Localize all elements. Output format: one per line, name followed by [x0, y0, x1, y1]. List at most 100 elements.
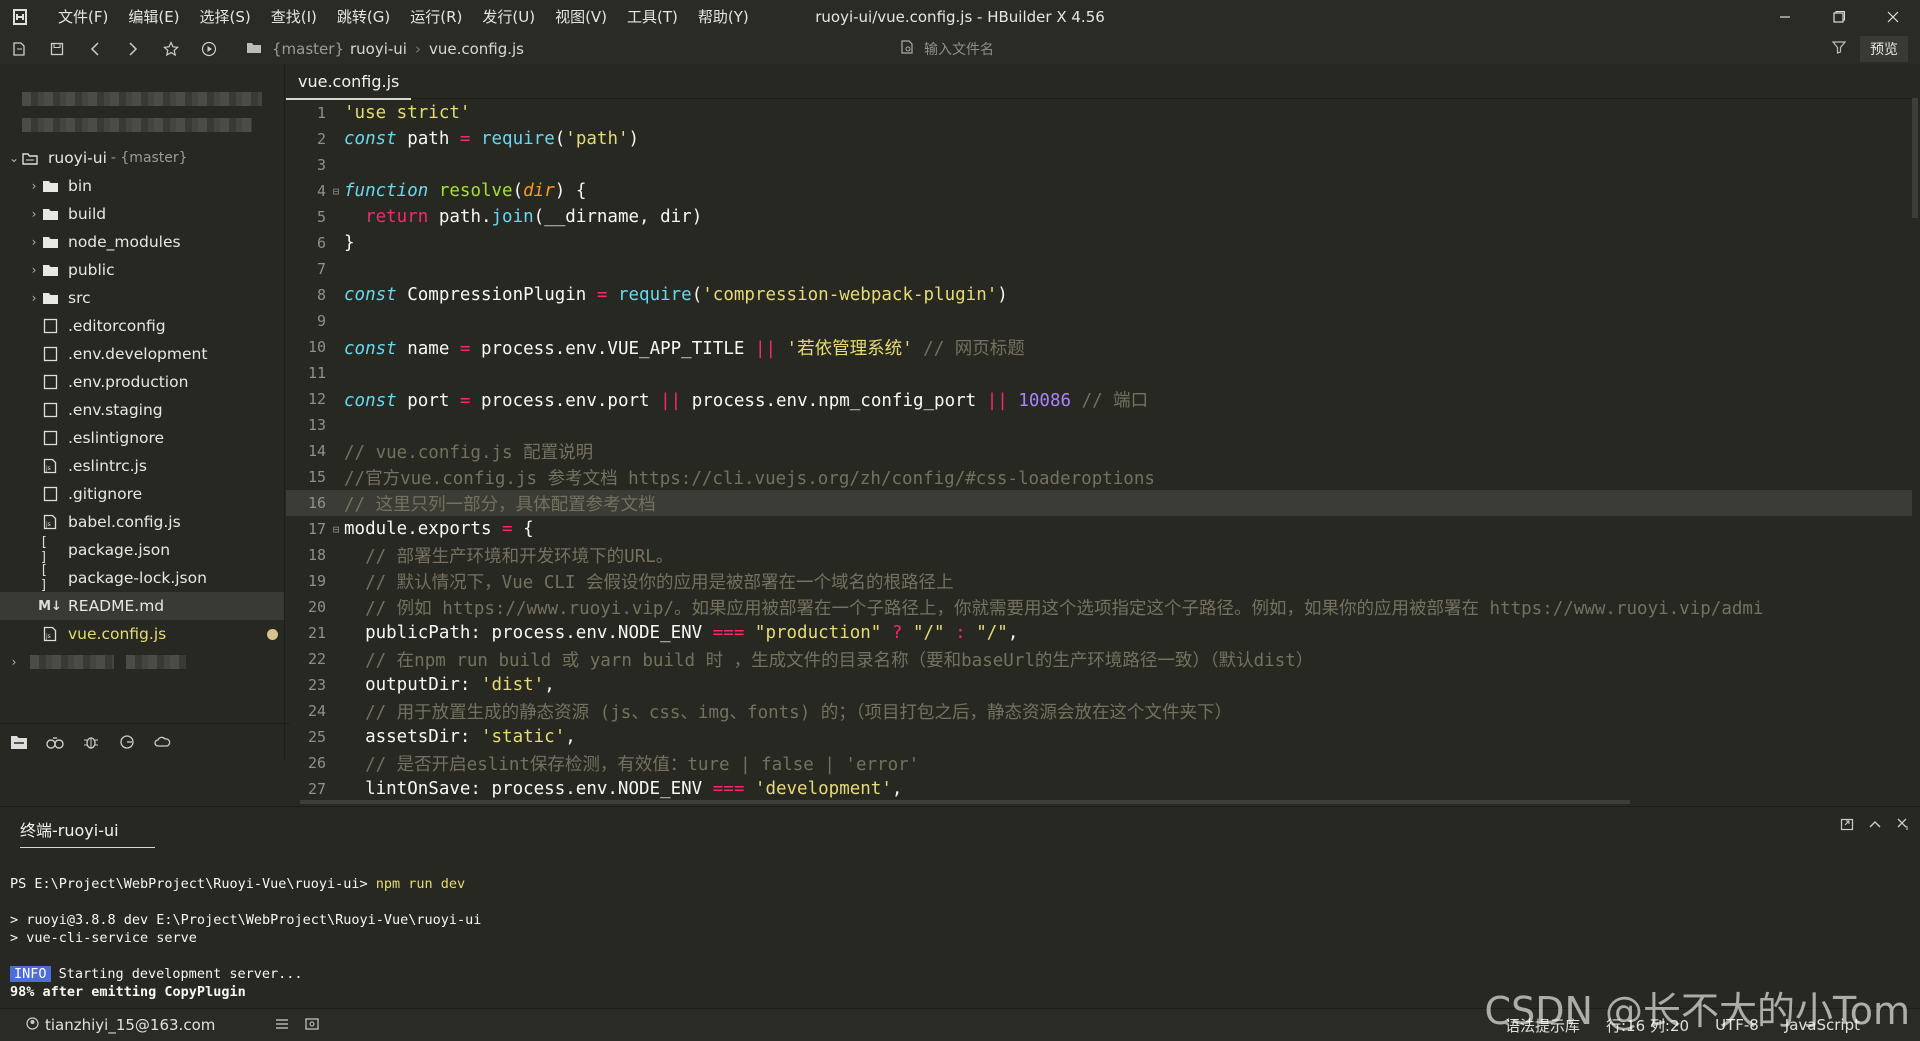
menu-help[interactable]: 帮助(Y): [688, 0, 759, 34]
folder-icon: [40, 180, 60, 193]
code-token: // 默认情况下，Vue CLI 会假设你的应用是被部署在一个域名的根路径上: [344, 572, 954, 593]
tree-file-env-development[interactable]: .env.development: [0, 340, 284, 368]
project-name: ruoyi-ui: [48, 149, 107, 167]
file-icon: [40, 402, 60, 418]
tree-redacted-project[interactable]: ›: [0, 648, 284, 676]
tab-vue-config[interactable]: vue.config.js: [286, 64, 412, 100]
menu-select[interactable]: 选择(S): [190, 0, 261, 34]
svg-text:js: js: [45, 465, 51, 472]
file-icon: [40, 318, 60, 334]
tree-file-vue-config[interactable]: js vue.config.js: [0, 620, 284, 648]
breadcrumb-project[interactable]: ruoyi-ui: [350, 40, 407, 58]
tree-file-babel-config[interactable]: js babel.config.js: [0, 508, 284, 536]
tree-file-eslintignore[interactable]: .eslintignore: [0, 424, 284, 452]
tree-item-label: vue.config.js: [68, 625, 167, 643]
code-editor[interactable]: 1'use strict' 2 const path = require('pat…: [286, 98, 1912, 800]
run-icon[interactable]: [190, 34, 228, 64]
user-account[interactable]: tianzhiyi_15@163.com: [45, 1016, 215, 1034]
file-search[interactable]: 输入文件名: [900, 34, 994, 64]
terminal-maximize-icon[interactable]: [1868, 817, 1882, 835]
project-manager-icon[interactable]: [6, 729, 32, 755]
menu-tools[interactable]: 工具(T): [617, 0, 688, 34]
file-icon: [40, 346, 60, 362]
back-icon[interactable]: [76, 34, 114, 64]
new-file-icon[interactable]: [0, 34, 38, 64]
file-icon: [40, 486, 60, 502]
line-number: 14: [307, 442, 326, 460]
code-token: (: [512, 181, 524, 201]
line-number: 16: [307, 494, 326, 512]
editor-horizontal-scrollbar[interactable]: [300, 800, 1630, 804]
debug-icon[interactable]: [78, 729, 104, 755]
menu-edit[interactable]: 编辑(E): [118, 0, 189, 34]
tree-folder-build[interactable]: › build: [0, 200, 284, 228]
code-token: "production": [744, 623, 882, 643]
tree-root[interactable]: ⌄ ruoyi-ui - {master}: [0, 144, 284, 172]
menu-file[interactable]: 文件(F): [48, 0, 118, 34]
line-number: 26: [307, 754, 326, 772]
file-search-input[interactable]: 输入文件名: [924, 39, 994, 59]
minimize-button[interactable]: [1758, 0, 1812, 34]
list-icon[interactable]: [275, 1016, 289, 1034]
code-line: 6}: [286, 230, 1912, 256]
tree-folder-public[interactable]: › public: [0, 256, 284, 284]
code-line: 10 const name = process.env.VUE_APP_TITLE…: [286, 334, 1912, 360]
line-number: 15: [307, 468, 326, 486]
tree-item-label: .editorconfig: [68, 317, 166, 335]
tree-item-label: .eslintrc.js: [68, 457, 147, 475]
terminal-new-window-icon[interactable]: [1840, 817, 1854, 835]
tree-folder-src[interactable]: › src: [0, 284, 284, 312]
menu-view[interactable]: 视图(V): [545, 0, 617, 34]
image-icon[interactable]: [305, 1016, 319, 1034]
fold-icon[interactable]: ⊟: [330, 185, 342, 198]
tree-file-readme[interactable]: M↓ README.md: [0, 592, 284, 620]
svg-text:js: js: [45, 521, 51, 528]
breadcrumb-file[interactable]: vue.config.js: [429, 40, 524, 58]
code-token: (: [554, 129, 566, 149]
tree-folder-bin[interactable]: › bin: [0, 172, 284, 200]
terminal-tab[interactable]: 终端-ruoyi-ui: [20, 817, 155, 848]
code-token: ) {: [554, 181, 587, 201]
plugin-icon[interactable]: [42, 729, 68, 755]
preview-button[interactable]: 预览: [1860, 36, 1908, 62]
star-icon[interactable]: [152, 34, 190, 64]
terminal-close-icon[interactable]: [1896, 817, 1910, 835]
terminal-output[interactable]: PS E:\Project\WebProject\Ruoyi-Vue\ruoyi…: [10, 875, 481, 1001]
code-token: path: [396, 129, 460, 149]
cloud-icon[interactable]: [150, 729, 176, 755]
code-token: // 例如 https://www.ruoyi.vip/。如果应用被部署在一个子…: [344, 598, 1764, 619]
save-icon[interactable]: [38, 34, 76, 64]
code-token: "/": [965, 623, 1008, 643]
tree-item-label: .env.development: [68, 345, 208, 363]
tree-file-eslintrc[interactable]: js .eslintrc.js: [0, 452, 284, 480]
tree-file-package-lock-json[interactable]: [ ] package-lock.json: [0, 563, 284, 593]
line-number: 17: [307, 520, 326, 538]
toolbar: {master} ruoyi-ui › vue.config.js 输入文件名 …: [0, 34, 1920, 65]
tree-file-editorconfig[interactable]: .editorconfig: [0, 312, 284, 340]
code-token: ,: [1007, 623, 1019, 643]
close-button[interactable]: [1866, 0, 1920, 34]
menu-run[interactable]: 运行(R): [400, 0, 472, 34]
menu-find[interactable]: 查找(I): [261, 0, 327, 34]
tree-file-env-production[interactable]: .env.production: [0, 368, 284, 396]
source-control-icon[interactable]: [114, 729, 140, 755]
tree-file-package-json[interactable]: [ ] package.json: [0, 535, 284, 565]
filter-icon[interactable]: [1831, 40, 1847, 58]
code-token: module.exports: [344, 519, 503, 539]
menu-publish[interactable]: 发行(U): [472, 0, 545, 34]
line-number: 21: [307, 624, 326, 642]
tree-file-env-staging[interactable]: .env.staging: [0, 396, 284, 424]
forward-icon[interactable]: [114, 34, 152, 64]
code-token: return: [344, 207, 429, 227]
tree-file-gitignore[interactable]: .gitignore: [0, 480, 284, 508]
menu-goto[interactable]: 跳转(G): [327, 0, 400, 34]
maximize-button[interactable]: [1812, 0, 1866, 34]
fold-icon[interactable]: ⊟: [330, 523, 342, 536]
code-token: ===: [712, 623, 745, 643]
editor-vertical-scrollbar[interactable]: [1912, 98, 1918, 218]
tree-folder-node-modules[interactable]: › node_modules: [0, 228, 284, 256]
user-icon[interactable]: [26, 1016, 39, 1034]
folder-icon: [246, 40, 262, 58]
tree-item-label: bin: [68, 177, 92, 195]
code-token: port: [396, 390, 460, 411]
